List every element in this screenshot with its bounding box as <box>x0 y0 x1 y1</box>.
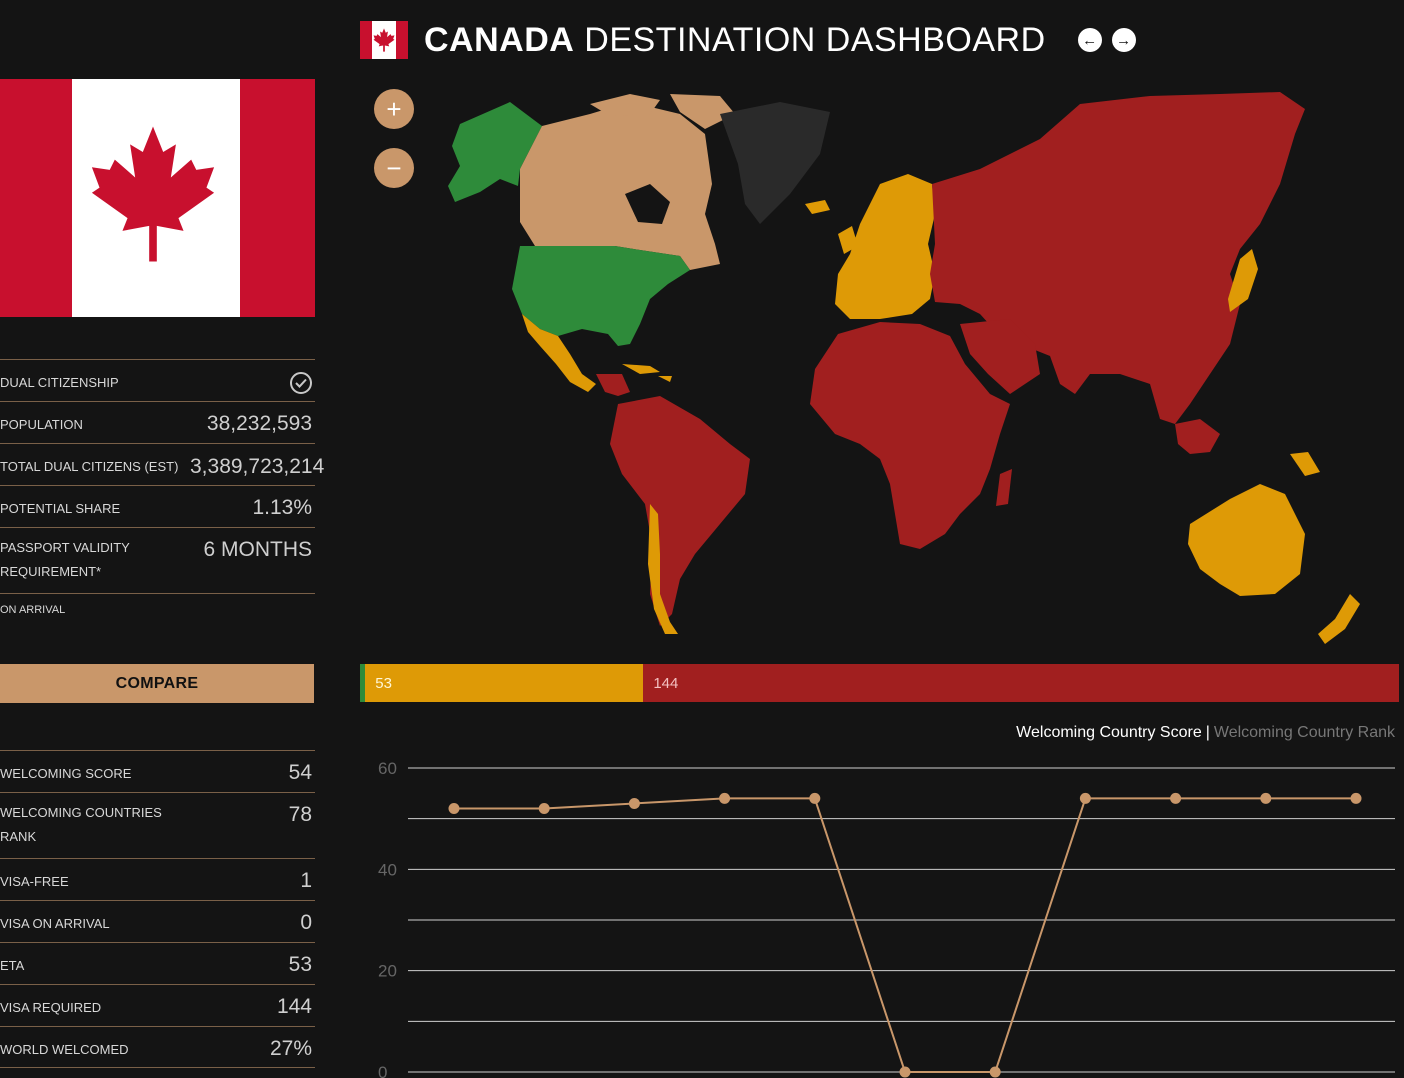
dashboard-header: CANADA DESTINATION DASHBOARD ← → <box>360 14 1136 66</box>
check-circle-icon <box>290 372 312 394</box>
visa-free-label: VISA-FREE <box>0 874 69 889</box>
y-tick-label: 40 <box>378 860 397 879</box>
title-suffix: DESTINATION DASHBOARD <box>574 20 1046 59</box>
welcoming-score-chart: 0 20 40 60 <box>360 752 1404 1078</box>
map-region-caribbean[interactable] <box>622 364 672 382</box>
data-point[interactable] <box>719 792 731 804</box>
visa-free-row: VISA-FREE 1 <box>0 858 315 900</box>
tab-welcoming-score[interactable]: Welcoming Country Score <box>1016 724 1202 741</box>
visa-on-arrival-row: VISA ON ARRIVAL 0 <box>0 900 315 942</box>
zoom-out-button[interactable]: − <box>374 148 414 188</box>
passport-validity-label-line1: PASSPORT VALIDITY <box>0 540 130 555</box>
potential-share-value: 1.13% <box>252 496 312 519</box>
world-welcomed-value: 27% <box>269 1037 312 1060</box>
visa-on-arrival-value: 0 <box>300 911 312 934</box>
data-point[interactable] <box>538 803 550 815</box>
total-dual-label: TOTAL DUAL CITIZENS (EST) <box>0 459 179 474</box>
welcoming-score-label: WELCOMING SCORE <box>0 766 132 781</box>
tab-welcoming-rank[interactable]: Welcoming Country Rank <box>1214 724 1395 741</box>
zoom-in-button[interactable]: + <box>374 89 414 129</box>
data-point[interactable] <box>1260 792 1272 804</box>
data-point[interactable] <box>448 803 460 815</box>
population-label: POPULATION <box>0 417 83 432</box>
series-line <box>454 797 1356 1073</box>
welcoming-rank-value: 78 <box>288 803 312 826</box>
passport-validity-row: PASSPORT VALIDITY REQUIREMENT* 6 MONTHS <box>0 527 315 593</box>
map-region-iceland[interactable] <box>805 200 830 214</box>
passport-validity-value: 6 MONTHS <box>203 538 312 561</box>
map-region-canada[interactable] <box>520 102 720 270</box>
potential-share-label: POTENTIAL SHARE <box>0 501 121 516</box>
welcoming-rank-label: WELCOMING COUNTRIES RANK <box>0 801 162 849</box>
passport-validity-label: PASSPORT VALIDITY REQUIREMENT* <box>0 536 130 584</box>
y-tick-label: 0 <box>378 1063 387 1078</box>
page-title: CANADA DESTINATION DASHBOARD <box>424 21 1046 60</box>
y-tick-label: 20 <box>378 962 397 981</box>
total-dual-row: TOTAL DUAL CITIZENS (EST) 3,389,723,214 <box>0 443 324 485</box>
data-point[interactable] <box>1079 792 1091 804</box>
map-region-new-zealand[interactable] <box>1318 594 1360 644</box>
map-region-se-asia[interactable] <box>1175 419 1220 454</box>
welcoming-score-row: WELCOMING SCORE 54 <box>0 750 315 792</box>
eta-row: ETA 53 <box>0 942 315 984</box>
population-row: POPULATION 38,232,593 <box>0 401 315 443</box>
map-region-indonesia[interactable] <box>1290 452 1320 476</box>
arrow-left-icon[interactable]: ← <box>1077 28 1102 52</box>
visa-required-value: 144 <box>276 995 312 1018</box>
title-country: CANADA <box>424 20 575 59</box>
world-welcomed-row: WORLD WELCOMED 27% <box>0 1026 315 1068</box>
population-value: 38,232,593 <box>206 412 312 435</box>
visa-required-row: VISA REQUIRED 144 <box>0 984 315 1026</box>
chart-svg: 0 20 40 60 <box>378 759 1395 1078</box>
data-point[interactable] <box>1170 792 1182 804</box>
on-arrival-note-row: ON ARRIVAL <box>0 593 315 625</box>
country-nav: ← → <box>1077 28 1136 52</box>
visa-category-bar: 53 144 <box>360 664 1399 702</box>
data-point[interactable] <box>1350 792 1362 804</box>
arrow-right-icon[interactable]: → <box>1111 28 1136 52</box>
welcoming-rank-label-line2: RANK <box>0 829 37 844</box>
maple-leaf-icon <box>91 126 215 262</box>
visa-on-arrival-label: VISA ON ARRIVAL <box>0 916 110 931</box>
data-point[interactable] <box>809 792 821 804</box>
map-region-south-america[interactable] <box>610 396 750 626</box>
visa-required-label: VISA REQUIRED <box>0 1000 102 1015</box>
welcoming-rank-label-line1: WELCOMING COUNTRIES <box>0 805 162 820</box>
y-tick-label: 60 <box>378 759 397 778</box>
on-arrival-note: ON ARRIVAL <box>0 604 66 616</box>
visa-free-value: 1 <box>300 869 312 892</box>
welcoming-stats-table: WELCOMING SCORE 54 WELCOMING COUNTRIES RA… <box>0 750 315 1068</box>
passport-validity-label-line2: REQUIREMENT* <box>0 564 102 579</box>
world-welcomed-label: WORLD WELCOMED <box>0 1042 129 1057</box>
eta-label: ETA <box>0 958 25 973</box>
bar-segment-eta[interactable]: 53 <box>365 664 644 702</box>
world-map[interactable]: + − <box>360 74 1404 652</box>
bar-segment-visa-required[interactable]: 144 <box>643 664 1399 702</box>
canada-flag-small <box>360 21 408 59</box>
chart-toggle-separator: | <box>1205 724 1210 741</box>
eta-value: 53 <box>288 953 312 976</box>
data-point[interactable] <box>989 1066 1001 1078</box>
dual-citizenship-row: DUAL CITIZENSHIP <box>0 359 315 401</box>
country-info-table: DUAL CITIZENSHIP POPULATION 38,232,593 T… <box>0 359 324 625</box>
total-dual-value: 3,389,723,214 <box>190 455 325 478</box>
compare-button[interactable]: COMPARE <box>0 664 314 703</box>
data-point[interactable] <box>628 797 640 809</box>
welcoming-rank-row: WELCOMING COUNTRIES RANK 78 <box>0 792 315 858</box>
welcoming-score-value: 54 <box>288 761 312 784</box>
potential-share-row: POTENTIAL SHARE 1.13% <box>0 485 315 527</box>
map-region-australia[interactable] <box>1188 484 1305 596</box>
map-region-central-america[interactable] <box>596 374 630 396</box>
chart-toggle: Welcoming Country Score | Welcoming Countr… <box>1016 724 1395 742</box>
map-region-madagascar[interactable] <box>996 469 1012 506</box>
canada-flag <box>0 79 315 317</box>
data-point[interactable] <box>899 1066 911 1078</box>
dual-citizenship-label: DUAL CITIZENSHIP <box>0 375 119 390</box>
